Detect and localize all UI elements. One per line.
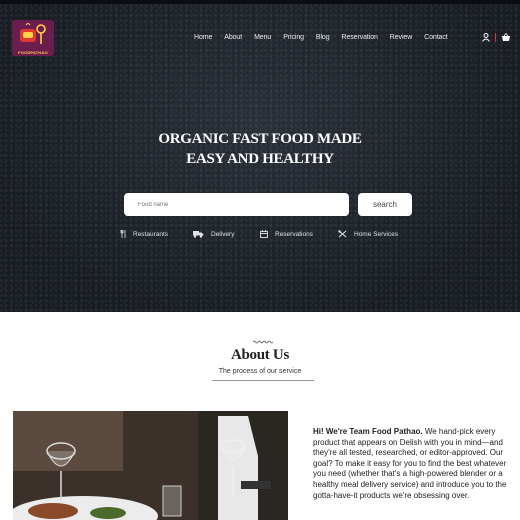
nav-pricing[interactable]: Pricing xyxy=(283,34,304,41)
about-subtitle: The process of our service xyxy=(218,368,302,375)
search-button[interactable]: search xyxy=(358,193,412,216)
food-search-input[interactable] xyxy=(124,193,349,216)
delivery-truck-icon xyxy=(193,231,204,238)
hero-title-line2: EASY AND HEALTHY xyxy=(186,151,334,167)
squiggle-divider-icon xyxy=(253,340,273,344)
nav-contact[interactable]: Contact xyxy=(424,34,448,41)
service-label: Restaurants xyxy=(133,230,169,238)
service-delivery[interactable]: Delivery xyxy=(193,230,234,238)
main-nav: Home About Menu Pricing Blog Reservation… xyxy=(194,34,460,41)
nav-blog[interactable]: Blog xyxy=(316,34,330,41)
hero-section: FOODPATHAO Home About Menu Pricing Blog … xyxy=(0,0,520,312)
about-title: About Us xyxy=(230,347,290,363)
user-icon[interactable] xyxy=(482,33,490,42)
header-icons xyxy=(482,33,511,42)
about-description: Hi! We're Team Food Pathao. We hand-pick… xyxy=(313,427,511,501)
service-label: Delivery xyxy=(211,230,235,238)
basket-icon[interactable] xyxy=(501,33,511,42)
restaurant-photo xyxy=(13,411,288,520)
about-intro-text: We hand-pick every product that appears … xyxy=(313,427,507,500)
header-divider xyxy=(495,33,496,42)
restaurant-icon xyxy=(120,230,126,238)
service-label: Home Services xyxy=(354,230,399,238)
service-label: Reservations xyxy=(275,230,313,238)
calendar-icon xyxy=(260,230,268,238)
logo-icon xyxy=(20,23,46,44)
nav-reservation[interactable]: Reservation xyxy=(342,34,378,41)
nav-menu[interactable]: Menu xyxy=(254,34,271,41)
service-reservations[interactable]: Reservations xyxy=(260,230,313,238)
nav-home[interactable]: Home xyxy=(194,34,212,41)
tools-icon xyxy=(338,230,347,238)
hero-title-line1: ORGANIC FAST FOOD MADE xyxy=(158,131,362,147)
nav-review[interactable]: Review xyxy=(390,34,412,41)
about-intro-bold: Hi! We're Team Food Pathao. xyxy=(313,427,423,436)
service-restaurants[interactable]: Restaurants xyxy=(120,230,168,238)
service-home-services[interactable]: Home Services xyxy=(338,230,398,238)
brand-logo[interactable]: FOODPATHAO xyxy=(12,20,54,56)
nav-about[interactable]: About xyxy=(224,34,242,41)
logo-text: FOODPATHAO xyxy=(18,50,48,55)
about-underline xyxy=(212,380,314,381)
